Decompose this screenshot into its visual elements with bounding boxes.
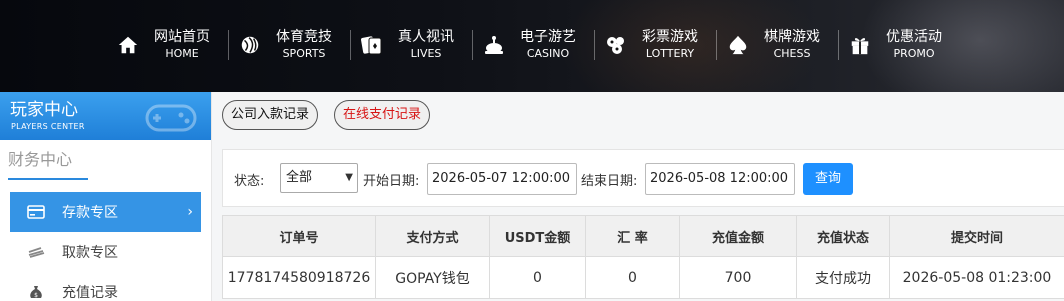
submit-time-cell: 2026-05-08 01:23:00 bbox=[889, 256, 1064, 299]
nav-sublabel: LIVES bbox=[410, 47, 442, 60]
svg-text:$: $ bbox=[34, 292, 38, 299]
status-select[interactable]: 全部 ▼ bbox=[280, 163, 358, 193]
chevron-right-icon: › bbox=[187, 204, 193, 220]
cards-icon bbox=[360, 33, 384, 57]
nav-sublabel: SPORTS bbox=[282, 47, 326, 60]
top-navigation: 网站首页 HOME 体育竞技 SPORTS 真人视讯 LIVES 电子游艺 CASINO… bbox=[0, 0, 1064, 92]
nav-item-sports[interactable]: 体育竞技 SPORTS bbox=[228, 22, 352, 68]
payment-method-cell: GOPAY钱包 bbox=[375, 256, 490, 299]
nav-label: 体育竞技 bbox=[276, 29, 332, 45]
status-label: 状态: bbox=[234, 174, 265, 189]
end-date-input[interactable]: 2026-05-08 12:00:00 bbox=[645, 163, 795, 195]
nav-item-home[interactable]: 网站首页 HOME bbox=[108, 22, 230, 68]
slot-icon bbox=[482, 33, 506, 57]
query-button[interactable]: 查询 bbox=[803, 163, 853, 195]
finance-center-title: 财务中心 bbox=[8, 150, 73, 169]
nav-label: 彩票游戏 bbox=[642, 29, 698, 45]
sidebar: 玩家中心 PLAYERS CENTER 财务中心 存款专区 › 取款专区 $ 充… bbox=[0, 92, 212, 301]
start-date-label: 开始日期: bbox=[363, 174, 420, 189]
status-select-value: 全部 bbox=[286, 170, 313, 185]
tab-company-deposit-records[interactable]: 公司入款记录 bbox=[222, 100, 319, 130]
nav-sublabel: LOTTERY bbox=[645, 47, 695, 60]
recharge-status-cell: 支付成功 bbox=[796, 256, 890, 299]
nav-item-casino[interactable]: 电子游艺 CASINO bbox=[472, 22, 596, 68]
home-icon bbox=[116, 33, 140, 57]
table-row: 1778174580918726 GOPAY钱包 0 0 700 支付成功 20… bbox=[222, 256, 1064, 299]
nav-label: 优惠活动 bbox=[886, 29, 942, 45]
sidebar-item-label: 充值记录 bbox=[62, 285, 118, 301]
exchange-rate-cell: 0 bbox=[585, 256, 680, 299]
sidebar-item-deposit[interactable]: 存款专区 › bbox=[10, 192, 201, 232]
column-header: 支付方式 bbox=[375, 215, 490, 257]
nav-sublabel: CHESS bbox=[773, 47, 811, 60]
ball-icon bbox=[238, 33, 262, 57]
filter-bar: 状态: 全部 ▼ 开始日期: 2026-05-07 12:00:00 结束日期:… bbox=[222, 149, 1064, 207]
nav-label: 棋牌游戏 bbox=[764, 29, 820, 45]
sidebar-item-recharge-records[interactable]: $ 充值记录 bbox=[10, 272, 201, 301]
nav-item-lottery[interactable]: 彩票游戏 LOTTERY bbox=[594, 22, 718, 68]
column-header: USDT金额 bbox=[489, 215, 586, 257]
money-bag-icon: $ bbox=[24, 284, 48, 300]
gamepad-icon bbox=[141, 94, 201, 140]
column-header: 订单号 bbox=[222, 215, 376, 257]
spade-icon bbox=[726, 33, 750, 57]
end-date-label: 结束日期: bbox=[581, 174, 638, 189]
cash-icon bbox=[24, 245, 48, 259]
main-content: 公司入款记录 在线支付记录 状态: 全部 ▼ 开始日期: 2026-05-07 … bbox=[212, 92, 1064, 301]
start-date-input[interactable]: 2026-05-07 12:00:00 bbox=[427, 163, 577, 195]
column-header: 充值状态 bbox=[796, 215, 890, 257]
nav-menu: 网站首页 HOME 体育竞技 SPORTS 真人视讯 LIVES 电子游艺 CASINO… bbox=[108, 22, 962, 68]
table-header-row: 订单号 支付方式 USDT金额 汇 率 充值金额 充值状态 提交时间 bbox=[222, 215, 1064, 257]
chevron-down-icon: ▼ bbox=[345, 172, 353, 183]
lottery-balls-icon bbox=[604, 33, 628, 57]
usdt-amount-cell: 0 bbox=[489, 256, 586, 299]
nav-label: 电子游艺 bbox=[520, 29, 576, 45]
nav-label: 真人视讯 bbox=[398, 29, 454, 45]
players-center-header: 玩家中心 PLAYERS CENTER bbox=[0, 92, 211, 140]
players-center-subtitle: PLAYERS CENTER bbox=[11, 122, 85, 131]
column-header: 提交时间 bbox=[889, 215, 1064, 257]
tab-online-payment-records[interactable]: 在线支付记录 bbox=[334, 100, 431, 130]
order-number-cell: 1778174580918726 bbox=[222, 256, 376, 299]
sidebar-item-label: 存款专区 bbox=[62, 205, 118, 221]
recharge-amount-cell: 700 bbox=[679, 256, 797, 299]
nav-item-promo[interactable]: 优惠活动 PROMO bbox=[838, 22, 962, 68]
nav-item-chess[interactable]: 棋牌游戏 CHESS bbox=[716, 22, 840, 68]
column-header: 充值金额 bbox=[679, 215, 797, 257]
nav-label: 网站首页 bbox=[154, 29, 210, 45]
column-header: 汇 率 bbox=[585, 215, 680, 257]
sidebar-item-withdraw[interactable]: 取款专区 bbox=[10, 232, 201, 272]
card-icon bbox=[24, 205, 48, 219]
nav-item-lives[interactable]: 真人视讯 LIVES bbox=[350, 22, 474, 68]
nav-sublabel: HOME bbox=[165, 47, 199, 60]
nav-sublabel: CASINO bbox=[526, 47, 570, 60]
payment-records-table: 订单号 支付方式 USDT金额 汇 率 充值金额 充值状态 提交时间 17781… bbox=[222, 215, 1064, 299]
section-underline bbox=[8, 178, 88, 180]
sidebar-item-label: 取款专区 bbox=[62, 245, 118, 261]
gift-icon bbox=[848, 33, 872, 57]
nav-sublabel: PROMO bbox=[893, 47, 935, 60]
players-center-title: 玩家中心 bbox=[10, 100, 78, 120]
